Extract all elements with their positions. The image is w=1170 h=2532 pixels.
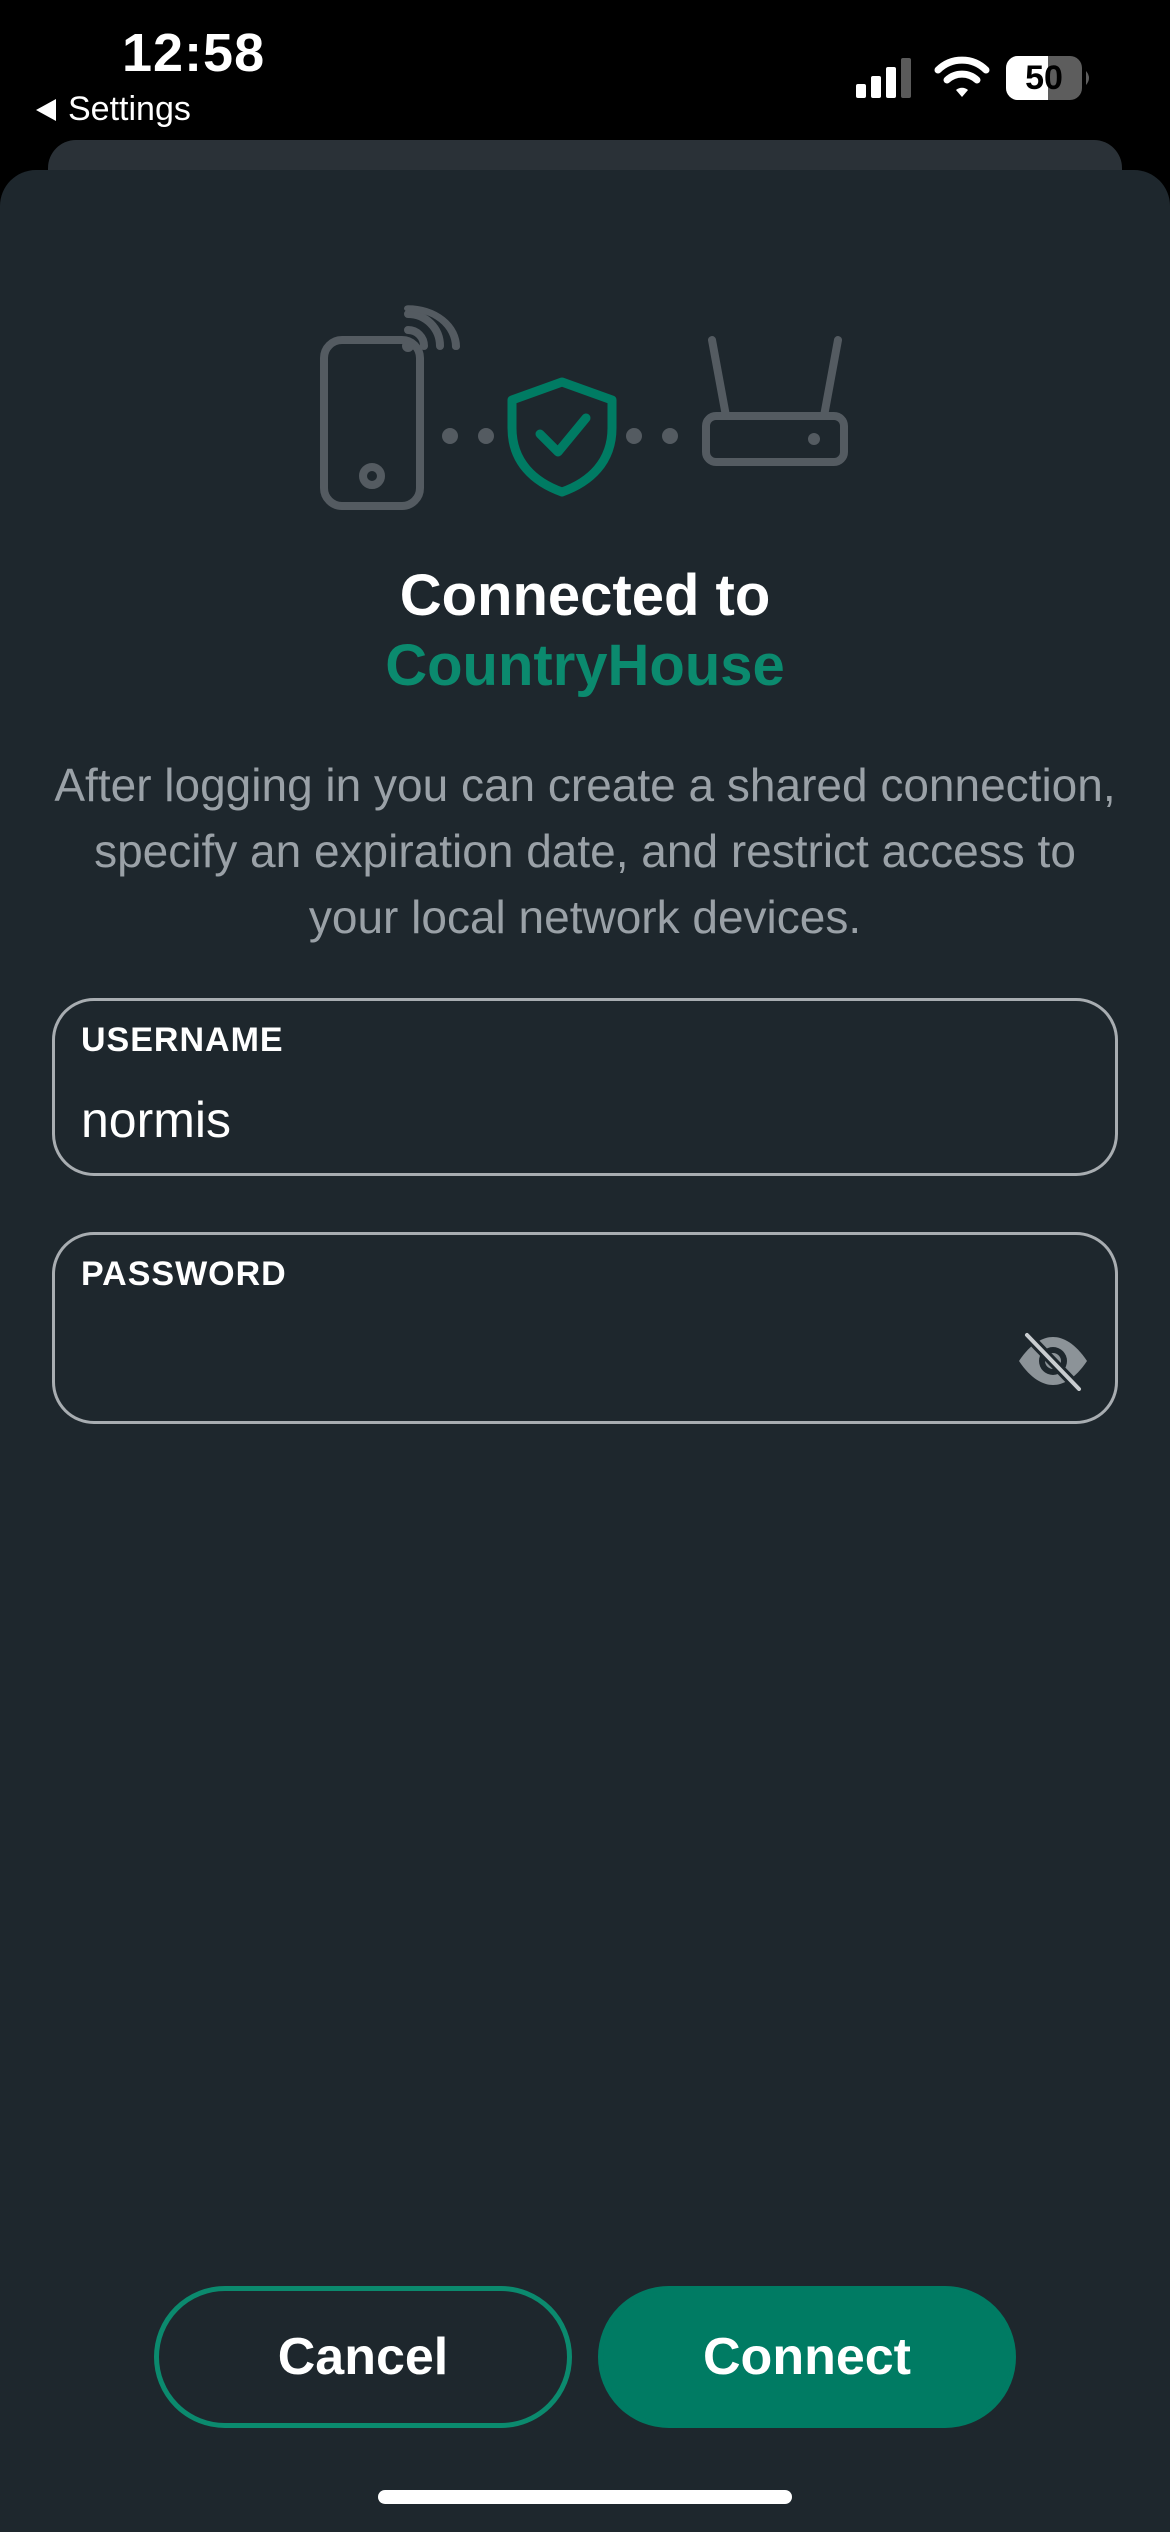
description-text: After logging in you can create a shared… — [54, 759, 1116, 943]
connect-button[interactable]: Connect — [598, 2286, 1016, 2428]
signal-icon — [856, 58, 911, 98]
connection-illustration — [320, 305, 848, 510]
password-label: PASSWORD — [81, 1255, 287, 1293]
status-bar: 12:58 Settings 50 — [0, 0, 1170, 150]
back-arrow-icon — [36, 98, 56, 121]
username-label: USERNAME — [81, 1021, 284, 1059]
eye-slash-icon[interactable] — [1015, 1331, 1091, 1391]
status-time: 12:58 — [122, 23, 266, 83]
battery-level-text: 50 — [1025, 59, 1063, 97]
password-input[interactable] — [81, 1331, 981, 1397]
router-icon — [702, 336, 848, 466]
connection-dots-right — [626, 428, 678, 444]
network-name: CountryHouse — [385, 633, 785, 698]
connection-dots-left — [442, 428, 494, 444]
phone-icon — [320, 305, 460, 510]
password-field[interactable]: PASSWORD — [52, 1232, 1118, 1424]
wifi-icon — [934, 56, 990, 97]
home-indicator — [378, 2490, 792, 2504]
page-title: Connected to — [399, 563, 771, 628]
shield-check-icon — [507, 377, 617, 497]
username-field[interactable]: USERNAME — [52, 998, 1118, 1176]
cancel-button[interactable]: Cancel — [154, 2286, 572, 2428]
back-link-label: Settings — [68, 90, 191, 128]
username-input[interactable] — [81, 1087, 1041, 1153]
back-to-settings-link[interactable]: Settings — [36, 90, 191, 129]
